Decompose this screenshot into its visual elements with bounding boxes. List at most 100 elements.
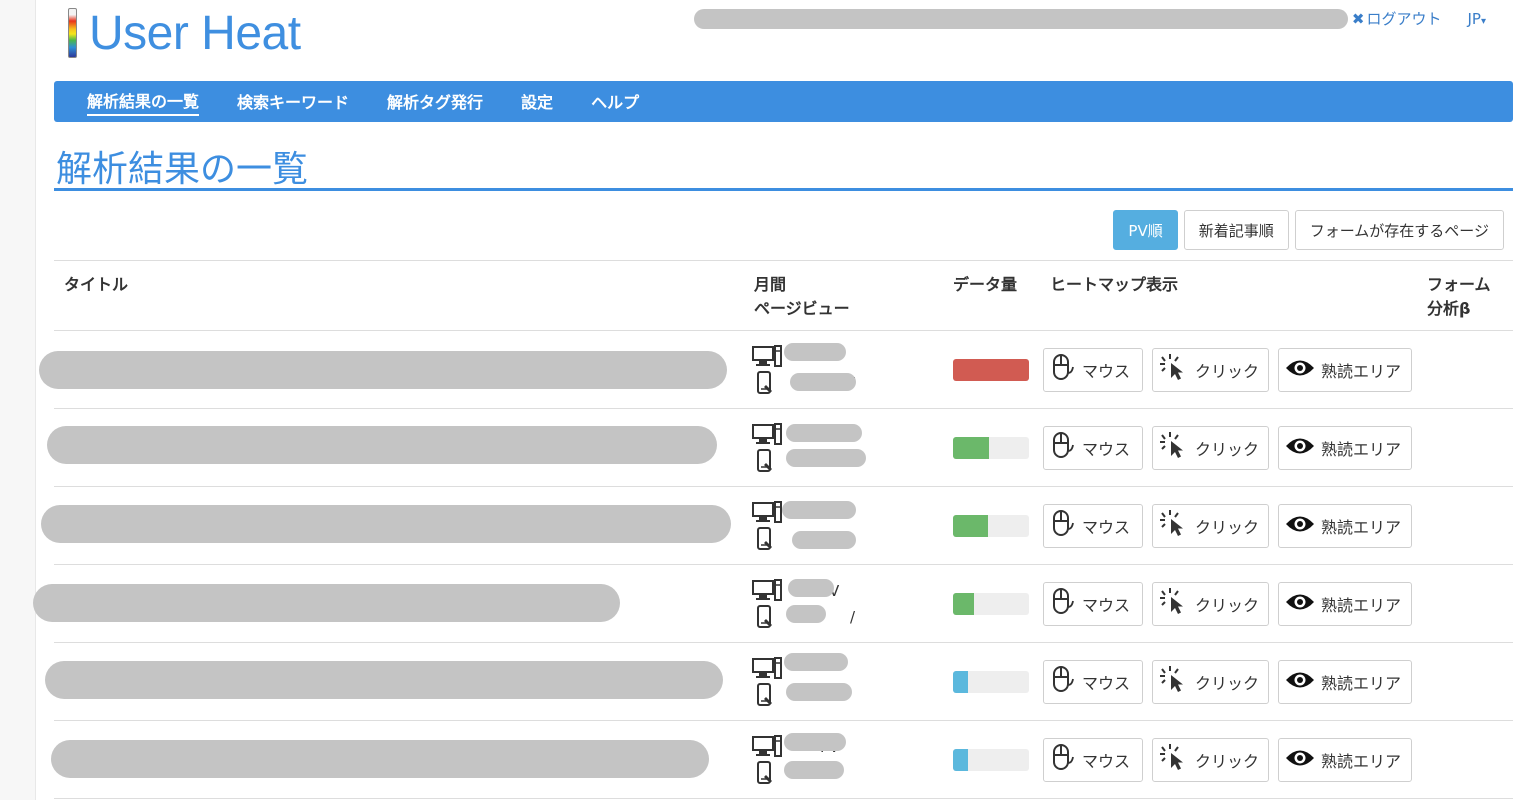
reading-area-label: 熟読エリア — [1321, 674, 1402, 693]
data-amount-fill — [953, 593, 975, 615]
data-amount-fill — [953, 671, 969, 693]
pv-redacted — [788, 579, 834, 597]
logout-link[interactable]: ✖ ログアウト — [1352, 8, 1442, 29]
page-title-redacted[interactable] — [47, 426, 717, 464]
page-title: 解析結果の一覧 — [56, 149, 309, 190]
title-cell: https://budougumi0617.github.io/2019/01/… — [41, 487, 744, 565]
nav-search-keywords[interactable]: 検索キーワード — [237, 89, 349, 115]
heatmap-reading-area-button[interactable]: 熟読エリア — [1278, 504, 1412, 548]
page-title-redacted[interactable] — [33, 584, 620, 622]
column-pageviews: 月間 ページビュー — [754, 273, 850, 321]
heatmap-click-button[interactable]: クリック — [1152, 582, 1269, 626]
page-title-redacted[interactable] — [41, 505, 731, 543]
logo[interactable]: User Heat — [68, 6, 301, 60]
reading-area-label: 熟読エリア — [1321, 752, 1402, 771]
mouse-icon — [1050, 509, 1082, 543]
reading-area-label: 熟読エリア — [1321, 596, 1402, 615]
nav-help[interactable]: ヘルプ — [591, 89, 639, 115]
data-amount-bar — [953, 515, 1029, 537]
pv-redacted — [782, 501, 856, 519]
mouse-icon — [1050, 587, 1082, 621]
heatmap-reading-area-button[interactable]: 熟読エリア — [1278, 660, 1412, 704]
page-title-redacted[interactable] — [51, 740, 709, 778]
mobile-icon — [752, 527, 782, 551]
mouse-label: マウス — [1082, 596, 1131, 615]
click-label: クリック — [1195, 518, 1260, 537]
language-dropdown[interactable]: JP▾ — [1467, 10, 1486, 28]
eye-icon — [1285, 747, 1321, 773]
heatmap-reading-area-button[interactable]: 熟読エリア — [1278, 348, 1412, 392]
heatmap-reading-area-button[interactable]: 熟読エリア — [1278, 426, 1412, 470]
heatmap-reading-area-button[interactable]: 熟読エリア — [1278, 582, 1412, 626]
mouse-label: マウス — [1082, 518, 1131, 537]
heatmap-click-button[interactable]: クリック — [1152, 504, 1269, 548]
mobile-icon — [752, 371, 782, 395]
pv-redacted — [784, 343, 846, 361]
table-body: https://budougumi0617.github.io/2018/06/… — [33, 331, 1513, 799]
eye-icon — [1285, 591, 1321, 617]
nav-settings[interactable]: 設定 — [521, 89, 553, 115]
title-cell: https://budougumi0617.github.io/2018/10/… — [33, 565, 744, 643]
mobile-icon — [752, 683, 782, 707]
heatmap-mouse-button[interactable]: マウス — [1043, 582, 1143, 626]
eye-icon — [1285, 357, 1321, 383]
table-header: タイトル 月間 ページビュー データ量 ヒートマップ表示 フォーム 分析β — [54, 261, 1513, 331]
click-label: クリック — [1195, 752, 1260, 771]
table-row: https://budougumi0617.github.io/2018/06/… — [39, 331, 1513, 409]
table-row: https://budougumi0617.github.io/2019/01/… — [45, 643, 1513, 721]
caret-down-icon: ▾ — [1480, 15, 1486, 27]
pageviews-cell: / — [752, 331, 932, 409]
heatmap-mouse-button[interactable]: マウス — [1043, 660, 1143, 704]
results-table: タイトル 月間 ページビュー データ量 ヒートマップ表示 フォーム 分析β ht… — [33, 260, 1513, 799]
logo-text: User Heat — [89, 6, 301, 60]
heatmap-mouse-button[interactable]: マウス — [1043, 738, 1143, 782]
title-divider — [54, 188, 1513, 191]
column-pageviews-line1: 月間 — [754, 275, 787, 294]
nav-results[interactable]: 解析結果の一覧 — [87, 88, 200, 116]
mouse-icon — [1050, 665, 1082, 699]
page-title-redacted[interactable] — [45, 661, 723, 699]
nav-tag-issue[interactable]: 解析タグ発行 — [387, 89, 483, 115]
reading-area-label: 熟読エリア — [1321, 518, 1402, 537]
account-info-redacted — [693, 8, 1348, 29]
data-amount-bar — [953, 437, 1029, 459]
table-row: https://budougumi0617.github.io/2018/09/… — [47, 409, 1513, 487]
data-amount-bar — [953, 593, 1029, 615]
data-amount-fill — [953, 437, 989, 459]
heatmap-click-button[interactable]: クリック — [1152, 660, 1269, 704]
heatmap-click-button[interactable]: クリック — [1152, 348, 1269, 392]
click-cursor-icon — [1159, 353, 1195, 387]
mouse-label: マウス — [1082, 362, 1131, 381]
heatmap-reading-area-button[interactable]: 熟読エリア — [1278, 738, 1412, 782]
mouse-icon — [1050, 743, 1082, 777]
pv-redacted — [792, 531, 856, 549]
heatmap-mouse-button[interactable]: マウス — [1043, 426, 1143, 470]
click-label: クリック — [1195, 674, 1260, 693]
title-cell: https://budougumi0617.github.io/2018/09/… — [51, 721, 744, 799]
column-heatmap: ヒートマップ表示 — [1050, 275, 1179, 294]
mobile-pv-value: / — [850, 608, 856, 626]
reading-area-label: 熟読エリア — [1321, 440, 1402, 459]
logout-label: ログアウト — [1366, 10, 1442, 28]
sort-by-pv-button[interactable]: PV順 — [1113, 210, 1178, 250]
click-cursor-icon — [1159, 665, 1195, 699]
heatmap-mouse-button[interactable]: マウス — [1043, 504, 1143, 548]
data-amount-fill — [953, 749, 969, 771]
pageviews-cell: PV / — [752, 565, 932, 643]
sort-by-newest-button[interactable]: 新着記事順 — [1183, 210, 1289, 250]
page-title-redacted[interactable] — [39, 351, 727, 389]
desktop-icon — [752, 345, 782, 369]
click-cursor-icon — [1159, 743, 1195, 777]
column-form-line1: フォーム — [1427, 275, 1491, 294]
data-amount-bar — [953, 671, 1029, 693]
pv-redacted — [784, 761, 844, 779]
click-cursor-icon — [1159, 431, 1195, 465]
eye-icon — [1285, 435, 1321, 461]
desktop-icon — [752, 735, 782, 759]
pageviews-cell — [752, 487, 932, 565]
data-amount-bar — [953, 749, 1029, 771]
heatmap-click-button[interactable]: クリック — [1152, 738, 1269, 782]
heatmap-mouse-button[interactable]: マウス — [1043, 348, 1143, 392]
heatmap-click-button[interactable]: クリック — [1152, 426, 1269, 470]
sort-form-pages-button[interactable]: フォームが存在するページ — [1294, 210, 1504, 250]
